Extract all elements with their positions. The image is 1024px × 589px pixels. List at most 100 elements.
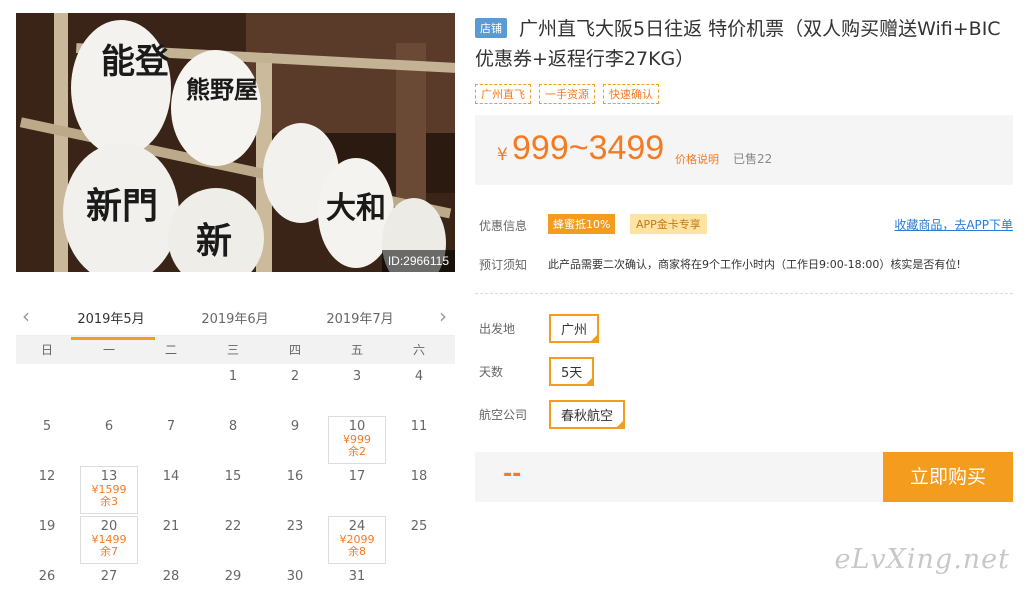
calendar-day-remaining: 余8 bbox=[348, 545, 366, 558]
calendar-day-number: 9 bbox=[290, 419, 300, 434]
calendar-day-number: 15 bbox=[224, 469, 242, 484]
calendar-day: 26 bbox=[16, 564, 78, 589]
weekday-label: 三 bbox=[226, 343, 239, 357]
site-watermark: eLvXing.net bbox=[834, 544, 1010, 575]
calendar-day-number: 3 bbox=[352, 369, 362, 384]
calendar-day-number: 4 bbox=[414, 369, 424, 384]
calendar-day-number: 10 bbox=[348, 419, 366, 434]
calendar-day-number: 26 bbox=[38, 569, 56, 584]
calendar-day-number: 13 bbox=[100, 469, 118, 484]
calendar-day-number: 12 bbox=[38, 469, 56, 484]
weekday-label: 五 bbox=[350, 343, 363, 357]
calendar-day: 2 bbox=[264, 364, 326, 414]
calendar-day: 14 bbox=[140, 464, 202, 514]
calendar-day: 5 bbox=[16, 414, 78, 464]
departure-option-guangzhou[interactable]: 广州 bbox=[549, 314, 600, 343]
promo-badge-app-gold: APP金卡专享 bbox=[630, 214, 707, 234]
calendar-day: 4 bbox=[388, 364, 450, 414]
calendar-day-available[interactable]: 20 ¥1499 余7 bbox=[78, 514, 140, 564]
weekday-label: 日 bbox=[40, 343, 53, 357]
airline-label: 航空公司 bbox=[479, 408, 528, 422]
calendar-day-number: 17 bbox=[348, 469, 366, 484]
promo-label: 优惠信息 bbox=[479, 219, 528, 233]
calendar-day: 25 bbox=[388, 514, 450, 564]
calendar-day-number: 20 bbox=[100, 519, 118, 534]
calendar-day: 8 bbox=[202, 414, 264, 464]
calendar-day-number: 1 bbox=[228, 369, 238, 384]
airline-option-spring[interactable]: 春秋航空 bbox=[549, 400, 626, 429]
calendar-day-number: 23 bbox=[286, 519, 304, 534]
calendar-day-available[interactable]: 10 ¥999 余2 bbox=[326, 414, 388, 464]
calendar-day-number: 27 bbox=[100, 569, 118, 584]
photo-id-label: ID:2966115 bbox=[381, 250, 455, 272]
tab-month-june[interactable]: 2019年6月 bbox=[195, 308, 275, 327]
calendar-day: 16 bbox=[264, 464, 326, 514]
calendar-day: 7 bbox=[140, 414, 202, 464]
calendar-day-available[interactable]: 13 ¥1599 余3 bbox=[78, 464, 140, 514]
calendar-day-number: 29 bbox=[224, 569, 242, 584]
calendar-day: 28 bbox=[140, 564, 202, 589]
calendar-day-number: 19 bbox=[38, 519, 56, 534]
calendar-day-number: 14 bbox=[162, 469, 180, 484]
section-divider bbox=[475, 293, 1013, 294]
calendar-day: 23 bbox=[264, 514, 326, 564]
calendar-day: 18 bbox=[388, 464, 450, 514]
total-price: -- bbox=[503, 462, 522, 487]
buy-bar: -- 立即购买 bbox=[475, 452, 1013, 502]
calendar-day: 3 bbox=[326, 364, 388, 414]
next-month-icon[interactable]: › bbox=[439, 304, 447, 328]
days-option-5[interactable]: 5天 bbox=[549, 357, 595, 386]
calendar-day: 27 bbox=[78, 564, 140, 589]
calendar-day: 19 bbox=[16, 514, 78, 564]
calendar-day: 12 bbox=[16, 464, 78, 514]
calendar-day-number: 25 bbox=[410, 519, 428, 534]
calendar-day-remaining: 余7 bbox=[100, 545, 118, 558]
lantern-text: 熊野屋 bbox=[186, 75, 258, 104]
calendar-day: 15 bbox=[202, 464, 264, 514]
calendar-weekday-header: 日 一 二 三 四 五 六 bbox=[16, 336, 455, 364]
promo-badge-honey: 蜂蜜抵10% bbox=[548, 214, 616, 234]
calendar-day-number: 30 bbox=[286, 569, 304, 584]
calendar-day bbox=[78, 364, 140, 414]
calendar-day-remaining: 余2 bbox=[348, 445, 366, 458]
calendar-day-number: 8 bbox=[228, 419, 238, 434]
calendar-day-grid: 1 2 3 4 5 6 7 8 9 10 ¥999 余2 11 12 13 ¥1599 余3 14 15 16 17 18… bbox=[16, 364, 455, 589]
lantern-text: 新門 bbox=[86, 185, 158, 227]
buy-now-button[interactable]: 立即购买 bbox=[883, 452, 1013, 502]
calendar-month-nav: ‹ 2019年5月 2019年6月 2019年7月 › bbox=[16, 296, 455, 340]
collect-goto-app-link[interactable]: 收藏商品，去APP下单 bbox=[894, 216, 1013, 233]
booking-notice: 此产品需要二次确认，商家将在9个工作小时内（工作日9:00-18:00）核实是否… bbox=[548, 258, 961, 271]
calendar-day-number: 16 bbox=[286, 469, 304, 484]
calendar-day-remaining: 余3 bbox=[100, 495, 118, 508]
calendar-day: 21 bbox=[140, 514, 202, 564]
calendar-day-available[interactable]: 24 ¥2099 余8 bbox=[326, 514, 388, 564]
tab-month-may[interactable]: 2019年5月 bbox=[71, 308, 155, 340]
calendar-day-number: 24 bbox=[348, 519, 366, 534]
calendar-day: 22 bbox=[202, 514, 264, 564]
weekday-label: 六 bbox=[412, 343, 425, 357]
weekday-label: 四 bbox=[288, 343, 301, 357]
calendar-day-number: 7 bbox=[166, 419, 176, 434]
calendar-day-number: 21 bbox=[162, 519, 180, 534]
weekday-label: 二 bbox=[164, 343, 177, 357]
price-calendar: ‹ 2019年5月 2019年6月 2019年7月 › 日 一 二 三 四 五 … bbox=[16, 296, 455, 589]
calendar-day bbox=[140, 364, 202, 414]
tab-month-july[interactable]: 2019年7月 bbox=[320, 308, 400, 327]
price-range: 999~3499 bbox=[512, 129, 665, 167]
price-box: ¥ 999~3499 价格说明 已售22 bbox=[475, 115, 1013, 185]
product-tags: 广州直飞 一手资源 快速确认 bbox=[475, 84, 659, 104]
calendar-day-number: 5 bbox=[42, 419, 52, 434]
prev-month-icon[interactable]: ‹ bbox=[22, 304, 30, 328]
product-photo: 能登 熊野屋 新門 大和 新 ID:2966115 bbox=[16, 13, 455, 272]
calendar-day-number: 22 bbox=[224, 519, 242, 534]
sold-count: 已售22 bbox=[733, 152, 773, 166]
price-explain-link[interactable]: 价格说明 bbox=[675, 151, 719, 167]
weekday-label: 一 bbox=[102, 343, 115, 357]
calendar-day: 1 bbox=[202, 364, 264, 414]
calendar-day-number: 6 bbox=[104, 419, 114, 434]
tag-direct-flight: 广州直飞 bbox=[475, 84, 531, 104]
calendar-day: 6 bbox=[78, 414, 140, 464]
calendar-day-number: 31 bbox=[348, 569, 366, 584]
tag-fast-confirm: 快速确认 bbox=[603, 84, 659, 104]
tag-first-hand: 一手资源 bbox=[539, 84, 595, 104]
